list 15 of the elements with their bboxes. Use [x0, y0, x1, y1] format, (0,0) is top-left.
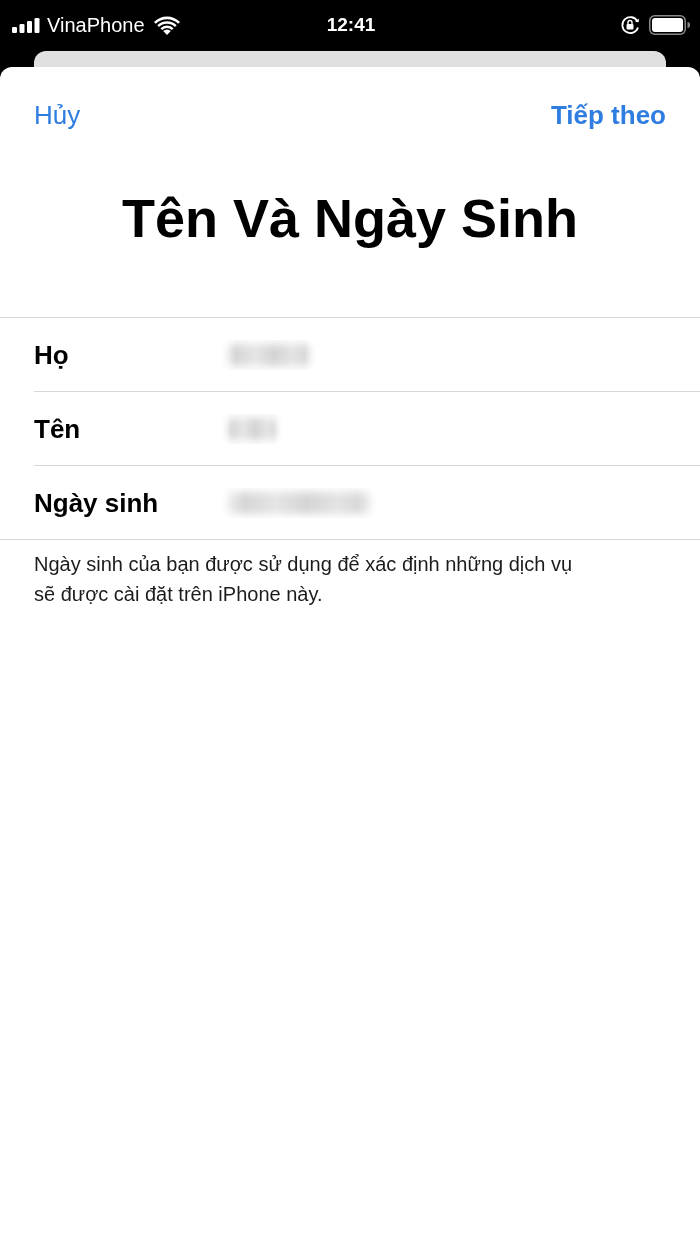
page-title: Tên Và Ngày Sinh	[120, 189, 580, 247]
battery-icon	[649, 15, 690, 35]
field-label: Ngày sinh	[34, 486, 160, 519]
cancel-button[interactable]: Hủy	[34, 99, 81, 131]
rotation-lock-icon	[620, 15, 641, 35]
signal-icon	[12, 17, 40, 33]
blurred-value-field[interactable]	[222, 413, 282, 444]
wifi-icon	[153, 15, 180, 35]
time-label: 12:41	[326, 14, 376, 36]
carrier-name: VinaPhone	[47, 14, 145, 36]
footnote-text: Ngày sinh của bạn được sử dụng để xác định những dịch vụ sẽ được cài đặt trên iPhone này.	[33, 552, 574, 607]
next-button[interactable]: Tiếp theo	[550, 99, 666, 131]
blurred-value-field[interactable]	[222, 339, 316, 370]
field-label: Họ	[34, 338, 70, 371]
field-label: Tên	[34, 412, 82, 445]
